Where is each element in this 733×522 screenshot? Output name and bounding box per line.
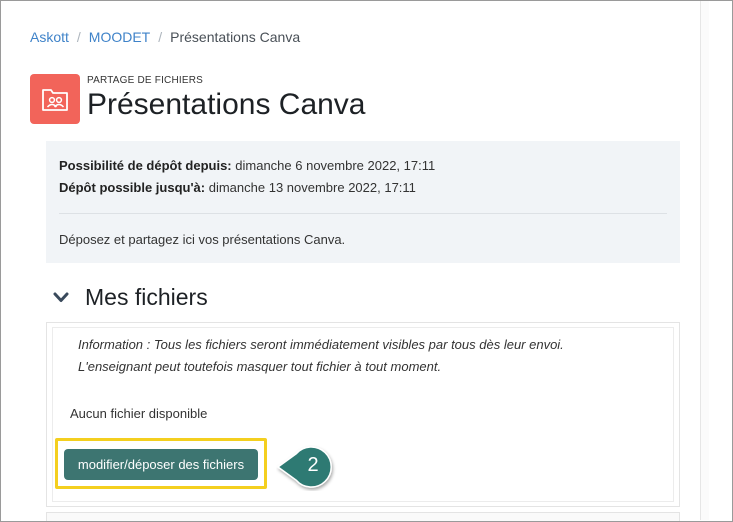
edit-upload-files-button[interactable]: modifier/déposer des fichiers xyxy=(64,449,258,480)
activity-description: Déposez et partagez ici vos présentation… xyxy=(59,232,346,247)
right-scroll-strip xyxy=(700,1,709,520)
breadcrumb-separator: / xyxy=(76,29,81,45)
page-title: Présentations Canva xyxy=(87,88,366,121)
activity-type-label: PARTAGE DE FICHIERS xyxy=(87,75,204,86)
close-date-value: dimanche 13 novembre 2022, 17:11 xyxy=(208,180,416,195)
folder-users-icon xyxy=(30,74,80,124)
open-date-value: dimanche 6 novembre 2022, 17:11 xyxy=(235,158,436,173)
breadcrumb-item-askott[interactable]: Askott xyxy=(30,29,69,45)
close-date-label: Dépôt possible jusqu'à: xyxy=(59,180,206,195)
step-number: 2 xyxy=(307,454,319,476)
section-title[interactable]: Mes fichiers xyxy=(85,284,208,311)
visibility-notice-line-2: L'enseignant peut toutefois masquer tout… xyxy=(78,359,442,374)
close-date-line: Dépôt possible jusqu'à: dimanche 13 nove… xyxy=(59,180,416,195)
no-files-text: Aucun fichier disponible xyxy=(70,406,208,421)
divider xyxy=(59,213,667,214)
breadcrumb: Askott / MOODET / Présentations Canva xyxy=(30,29,300,45)
breadcrumb-current: Présentations Canva xyxy=(170,29,301,45)
next-panel-edge xyxy=(46,512,680,521)
chevron-down-icon[interactable] xyxy=(53,291,69,305)
open-date-line: Possibilité de dépôt depuis: dimanche 6 … xyxy=(59,158,435,173)
visibility-notice-line-1: Information : Tous les fichiers seront i… xyxy=(78,337,564,352)
activity-dates-box: Possibilité de dépôt depuis: dimanche 6 … xyxy=(46,141,680,263)
breadcrumb-item-moodet[interactable]: MOODET xyxy=(89,29,150,45)
open-date-label: Possibilité de dépôt depuis: xyxy=(59,158,232,173)
breadcrumb-separator: / xyxy=(158,29,163,45)
